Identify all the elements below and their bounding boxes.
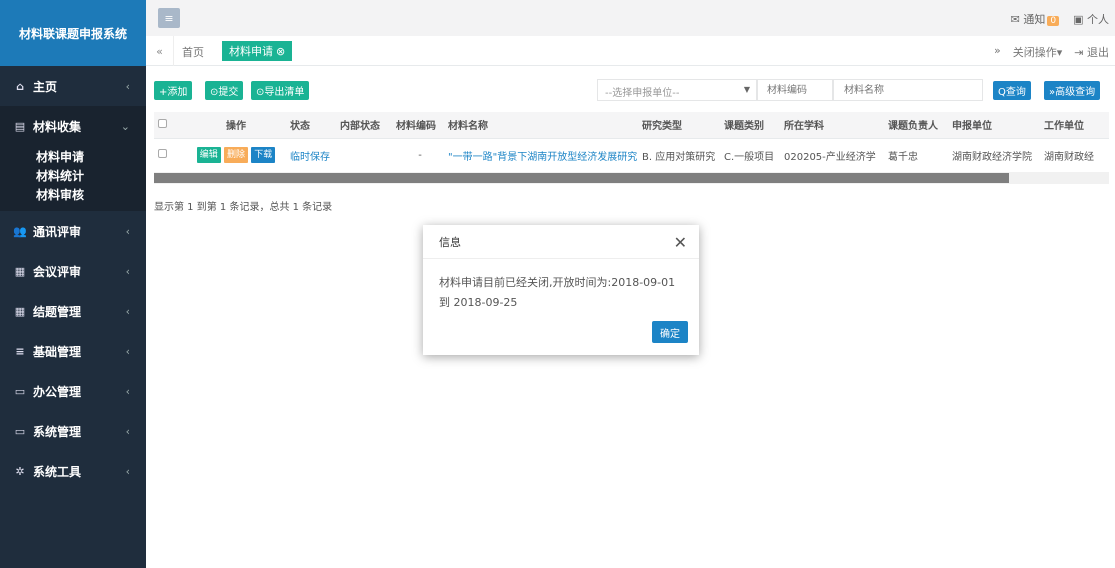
nav-item-meeting-review[interactable]: ▦ 会议评审 ‹: [0, 251, 146, 291]
sub-menu-material: 材料申请 材料统计 材料审核: [0, 146, 146, 211]
list-icon: ≡: [15, 344, 25, 358]
nav-item-office[interactable]: ▭ 办公管理 ‹: [0, 371, 146, 411]
nav-label: 会议评审: [33, 264, 82, 279]
nav-item-home[interactable]: ⌂ 主页 ‹: [0, 66, 146, 106]
gear-icon: ✲: [15, 464, 25, 478]
nav-label: 通讯评审: [33, 224, 82, 239]
chevron-left-icon: ‹: [125, 384, 130, 398]
nav-item-material-collection[interactable]: ▤ 材料收集 ⌄: [0, 106, 146, 146]
document-icon: ▤: [14, 119, 26, 133]
nav-item-conclusion[interactable]: ▦ 结题管理 ‹: [0, 291, 146, 331]
sub-item-material-stats[interactable]: 材料统计: [0, 167, 146, 186]
chevron-left-icon: ‹: [125, 424, 130, 438]
nav-item-correspondence-review[interactable]: 👥 通讯评审 ‹: [0, 211, 146, 251]
dialog-message: 材料申请目前已经关闭,开放时间为:2018-09-01 到 2018-09-25: [439, 276, 676, 309]
confirm-button[interactable]: 确定: [652, 321, 688, 343]
monitor-icon: ▭: [14, 424, 26, 438]
nav-label: 主页: [33, 79, 58, 94]
users-icon: 👥: [13, 224, 27, 238]
chevron-down-icon: ⌄: [120, 119, 130, 133]
sidebar: 材料联课题申报系统 ⌂ 主页 ‹ ▤ 材料收集 ⌄ 材料申请 材料统计 材料审核…: [0, 0, 146, 568]
nav-label: 基础管理: [33, 344, 82, 359]
chevron-left-icon: ‹: [125, 464, 130, 478]
home-icon: ⌂: [16, 79, 24, 93]
table-icon: ▦: [14, 304, 26, 318]
nav-item-basic[interactable]: ≡ 基础管理 ‹: [0, 331, 146, 371]
close-icon[interactable]: ✕: [674, 233, 687, 252]
sub-item-material-review[interactable]: 材料审核: [0, 186, 146, 205]
nav-label: 结题管理: [33, 304, 82, 319]
nav-item-system[interactable]: ▭ 系统管理 ‹: [0, 411, 146, 451]
chevron-left-icon: ‹: [125, 264, 130, 278]
chevron-left-icon: ‹: [125, 304, 130, 318]
chevron-left-icon: ‹: [125, 224, 130, 238]
nav-label: 系统工具: [33, 464, 82, 479]
info-dialog: 信息 ✕ 材料申请目前已经关闭,开放时间为:2018-09-01 到 2018-…: [423, 225, 699, 355]
calendar-icon: ▦: [14, 264, 26, 278]
nav-item-tools[interactable]: ✲ 系统工具 ‹: [0, 451, 146, 491]
laptop-icon: ▭: [14, 384, 26, 398]
dialog-title: 信息: [439, 235, 461, 249]
sub-item-material-apply[interactable]: 材料申请: [0, 148, 146, 167]
chevron-left-icon: ‹: [125, 344, 130, 358]
nav-label: 系统管理: [33, 424, 82, 439]
nav-label: 办公管理: [33, 384, 82, 399]
chevron-left-icon: ‹: [125, 79, 130, 93]
brand-title[interactable]: 材料联课题申报系统: [0, 0, 146, 66]
nav-label: 材料收集: [33, 119, 82, 134]
dialog-header: 信息 ✕: [423, 225, 699, 259]
